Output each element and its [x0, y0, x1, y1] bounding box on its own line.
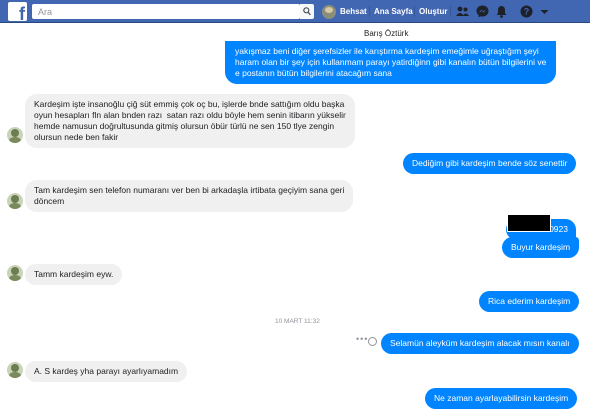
incoming-message: A. S kardeş yha parayı ayarlıyamadım	[25, 361, 188, 382]
incoming-message: Tamm kardeşim eyw.	[25, 264, 123, 285]
nav-divider	[369, 6, 370, 17]
messenger-icon[interactable]	[475, 4, 490, 19]
profile-name: Behsat	[340, 7, 367, 16]
nav-divider	[414, 6, 415, 17]
outgoing-message: Selamün aleyküm kardeşim alacak mısın ka…	[381, 333, 579, 354]
top-navigation-bar: f Behsat Ana Sayfa Oluştur ?	[0, 0, 590, 23]
outgoing-message: Dediğim gibi kardeşim bende söz senettir	[403, 153, 577, 174]
redaction-box	[507, 214, 551, 232]
home-link[interactable]: Ana Sayfa	[374, 7, 413, 16]
avatar	[322, 4, 336, 19]
message-timestamp: 10 MART 11:32	[275, 318, 320, 325]
contact-avatar[interactable]	[7, 265, 23, 281]
outgoing-message: Buyur kardeşim	[502, 237, 580, 258]
outgoing-message: Rica ederim kardeşim	[479, 291, 580, 312]
outgoing-message: yakışmaz beni diğer şerefsizler ile karı…	[225, 41, 557, 84]
profile-link[interactable]: Behsat	[322, 4, 367, 19]
incoming-message: Kardeşim işte insanoğlu çiğ süt emmiş ço…	[25, 94, 355, 148]
outgoing-message: Ne zaman ayarlayabilirsin kardeşim	[425, 388, 578, 409]
more-options-icon[interactable]: •••	[356, 334, 368, 344]
contact-avatar[interactable]	[7, 127, 23, 143]
notifications-icon[interactable]	[494, 4, 509, 19]
search-button[interactable]	[300, 4, 314, 19]
friends-icon[interactable]	[455, 4, 470, 19]
incoming-message: Tam kardeşim sen telefon numaranı ver be…	[25, 180, 354, 212]
create-link[interactable]: Oluştur	[419, 7, 447, 16]
quick-help-icon[interactable]: ?	[519, 4, 534, 19]
svg-text:?: ?	[524, 7, 530, 17]
conversation-header	[0, 23, 590, 43]
contact-avatar[interactable]	[7, 193, 23, 209]
search-input[interactable]	[32, 4, 300, 19]
facebook-logo-icon[interactable]: f	[8, 2, 27, 23]
conversation-title[interactable]: Barış Öztürk	[364, 29, 408, 38]
dropdown-icon[interactable]	[537, 4, 552, 19]
search-icon	[303, 7, 311, 16]
nav-divider	[450, 6, 451, 17]
reaction-icon[interactable]	[368, 337, 377, 346]
contact-avatar[interactable]	[7, 362, 23, 378]
